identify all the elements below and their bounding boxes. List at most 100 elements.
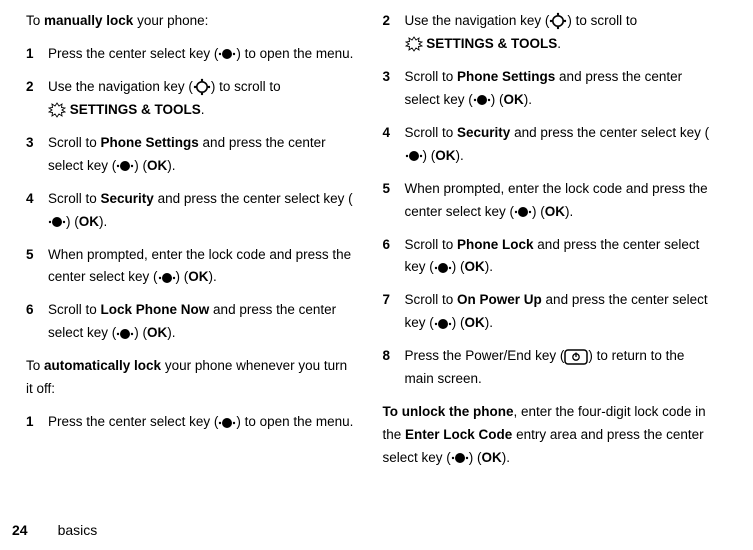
- label-ok: OK: [465, 259, 485, 274]
- text: ) (: [469, 450, 482, 465]
- text: ) (: [452, 259, 465, 274]
- text: Press the center select key (: [48, 414, 218, 429]
- step: 6 Scroll to Lock Phone Now and press the…: [26, 299, 355, 345]
- text: ).: [167, 325, 175, 340]
- label-ok: OK: [79, 214, 99, 229]
- step: 3 Scroll to Phone Settings and press the…: [26, 132, 355, 178]
- center-select-key-icon: [451, 449, 469, 467]
- step-body: Scroll to Lock Phone Now and press the c…: [48, 299, 355, 345]
- text: To: [26, 13, 44, 28]
- step-body: Scroll to Phone Settings and press the c…: [48, 132, 355, 178]
- text: ) (: [134, 325, 147, 340]
- text: Scroll to: [405, 237, 458, 252]
- text: Use the navigation key (: [405, 13, 550, 28]
- text-bold: To unlock the phone: [383, 404, 514, 419]
- text: Scroll to: [48, 302, 101, 317]
- label-ok: OK: [545, 204, 565, 219]
- text: ).: [502, 450, 510, 465]
- navigation-key-icon: [193, 78, 211, 96]
- label-phone-settings: Phone Settings: [457, 69, 555, 84]
- center-select-key-icon: [218, 414, 236, 432]
- text: Scroll to: [48, 191, 101, 206]
- step: 2 Use the navigation key ( ) to scroll to…: [383, 10, 712, 56]
- step-body: Scroll to Phone Lock and press the cente…: [405, 234, 712, 280]
- label-ok: OK: [147, 325, 167, 340]
- label-ok: OK: [504, 92, 524, 107]
- text: ) to open the menu.: [236, 414, 353, 429]
- step: 1 Press the center select key () to open…: [26, 43, 355, 66]
- text: ) to scroll to: [211, 79, 281, 94]
- step-number: 2: [383, 10, 405, 56]
- step-number: 8: [383, 345, 405, 391]
- settings-tools-icon: [48, 101, 66, 119]
- text-bold: manually lock: [44, 13, 133, 28]
- auto-lock-steps-start: 1 Press the center select key ( ) to open…: [26, 411, 355, 434]
- section-name: basics: [58, 519, 98, 543]
- text: ) (: [532, 204, 545, 219]
- step-body: When prompted, enter the lock code and p…: [405, 178, 712, 224]
- right-column: 2 Use the navigation key ( ) to scroll to…: [369, 10, 726, 512]
- page-footer: 24 basics: [0, 512, 753, 550]
- step-body: Scroll to Phone Settings and press the c…: [405, 66, 712, 112]
- step-number: 1: [26, 43, 48, 66]
- text: ).: [485, 259, 493, 274]
- step-body: Use the navigation key () to scroll to S…: [48, 76, 355, 122]
- text: ).: [209, 269, 217, 284]
- step: 4 Scroll to Security and press the cente…: [383, 122, 712, 168]
- text: ) (: [423, 148, 436, 163]
- step-number: 5: [26, 244, 48, 290]
- step-number: 1: [26, 411, 48, 434]
- label-lock-phone-now: Lock Phone Now: [101, 302, 210, 317]
- text: ) to open the menu.: [236, 46, 353, 61]
- step: 5 When prompted, enter the lock code and…: [26, 244, 355, 290]
- manual-lock-steps: 1 Press the center select key () to open…: [26, 43, 355, 345]
- text: Scroll to: [48, 135, 101, 150]
- center-select-key-icon: [116, 325, 134, 343]
- text: ) (: [66, 214, 79, 229]
- manual-lock-intro: To manually lock your phone:: [26, 10, 355, 33]
- center-select-key-icon: [434, 259, 452, 277]
- step-number: 2: [26, 76, 48, 122]
- text: Scroll to: [405, 69, 458, 84]
- label-ok: OK: [147, 158, 167, 173]
- label-security: Security: [457, 125, 510, 140]
- text: Scroll to: [405, 292, 458, 307]
- center-select-key-icon: [116, 157, 134, 175]
- auto-lock-steps-cont: 2 Use the navigation key ( ) to scroll to…: [383, 10, 712, 391]
- page-body: To manually lock your phone: 1 Press the…: [0, 0, 753, 512]
- text: Scroll to: [405, 125, 458, 140]
- label-ok: OK: [465, 315, 485, 330]
- step-body: Scroll to Security and press the center …: [405, 122, 712, 168]
- step-body: Press the center select key ( ) to open t…: [48, 411, 355, 434]
- text: Press the Power/End key (: [405, 348, 565, 363]
- step-number: 4: [383, 122, 405, 168]
- navigation-key-icon: [549, 12, 567, 30]
- label-security: Security: [101, 191, 154, 206]
- text: .: [201, 102, 205, 117]
- center-select-key-icon: [473, 91, 491, 109]
- step-body: When prompted, enter the lock code and p…: [48, 244, 355, 290]
- text: ) to scroll to: [567, 13, 637, 28]
- step: 1 Press the center select key ( ) to open…: [26, 411, 355, 434]
- step: 4 Scroll to Security and press the cente…: [26, 188, 355, 234]
- step-number: 3: [383, 66, 405, 112]
- text: and press the center select key (: [510, 125, 709, 140]
- text: your phone:: [133, 13, 208, 28]
- center-select-key-icon: [434, 315, 452, 333]
- label-ok: OK: [482, 450, 502, 465]
- label-settings-tools: SETTINGS & TOOLS: [426, 36, 557, 51]
- step-number: 6: [26, 299, 48, 345]
- step-number: 5: [383, 178, 405, 224]
- text: ) (: [176, 269, 189, 284]
- left-column: To manually lock your phone: 1 Press the…: [12, 10, 369, 512]
- step-number: 3: [26, 132, 48, 178]
- text: ).: [167, 158, 175, 173]
- text: ) (: [134, 158, 147, 173]
- step-body: Use the navigation key ( ) to scroll to S…: [405, 10, 712, 56]
- step-body: Scroll to On Power Up and press the cent…: [405, 289, 712, 335]
- text: ) (: [452, 315, 465, 330]
- step: 3 Scroll to Phone Settings and press the…: [383, 66, 712, 112]
- center-select-key-icon: [218, 45, 236, 63]
- settings-tools-icon: [405, 35, 423, 53]
- text: To: [26, 358, 44, 373]
